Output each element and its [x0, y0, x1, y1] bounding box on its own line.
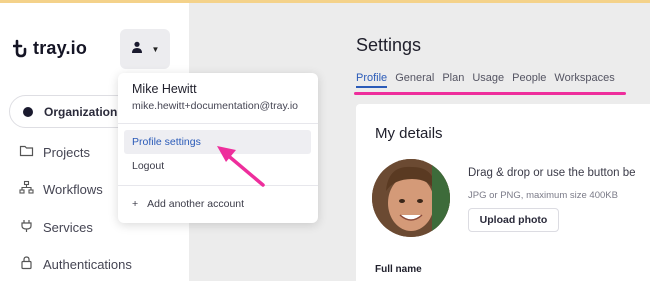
profile-settings-menu-item[interactable]: Profile settings: [124, 130, 311, 154]
folder-icon: [19, 143, 34, 161]
avatar: [372, 159, 450, 237]
tab-general[interactable]: General: [395, 72, 434, 88]
chevron-down-icon: ▼: [151, 44, 160, 54]
settings-tabs: Profile General Plan Usage People Worksp…: [356, 72, 615, 88]
upload-photo-button[interactable]: Upload photo: [468, 208, 559, 232]
account-email: mike.hewitt+documentation@tray.io: [132, 100, 299, 112]
logo[interactable]: tray.io: [12, 38, 88, 59]
logout-menu-item[interactable]: Logout: [132, 160, 164, 172]
annotation-underline: [354, 92, 626, 95]
drag-drop-text: Drag & drop or use the button be: [468, 167, 636, 179]
my-details-card: My details Drag & drop or use the button…: [356, 104, 650, 281]
logo-text: tray.io: [33, 38, 88, 58]
tab-workspaces[interactable]: Workspaces: [554, 72, 614, 88]
workflow-icon: [19, 180, 34, 198]
org-dot-icon: [23, 106, 33, 117]
tab-plan[interactable]: Plan: [442, 72, 464, 88]
upload-hint: JPG or PNG, maximum size 400KB: [468, 190, 618, 201]
sidebar-item-label: Projects: [43, 144, 90, 160]
page-title: Settings: [356, 35, 422, 55]
tray-logo-icon: [12, 39, 29, 59]
add-account-label: Add another account: [147, 198, 245, 210]
account-menu-button[interactable]: ▼: [120, 29, 170, 69]
account-name: Mike Hewitt: [132, 82, 197, 96]
account-dropdown-menu: Mike Hewitt mike.hewitt+documentation@tr…: [118, 73, 318, 223]
add-account-menu-item[interactable]: + Add another account: [132, 198, 244, 210]
menu-divider: [118, 123, 318, 124]
organization-label: Organization: [44, 104, 118, 119]
tab-people[interactable]: People: [512, 72, 546, 88]
sidebar-item-label: Authentications: [43, 256, 132, 272]
sidebar-item-services[interactable]: Services: [19, 218, 93, 236]
tab-profile[interactable]: Profile: [356, 72, 388, 88]
sidebar-item-label: Services: [43, 219, 93, 235]
plus-icon: +: [132, 198, 139, 210]
sidebar-item-projects[interactable]: Projects: [19, 143, 90, 161]
user-icon: [131, 40, 143, 58]
menu-divider: [118, 185, 318, 186]
sidebar-item-authentications[interactable]: Authentications: [19, 255, 132, 273]
card-title: My details: [375, 125, 443, 142]
sidebar-item-workflows[interactable]: Workflows: [19, 180, 103, 198]
tab-usage[interactable]: Usage: [472, 72, 504, 88]
sidebar-item-label: Workflows: [43, 181, 103, 197]
full-name-label: Full name: [375, 264, 422, 275]
plug-icon: [19, 218, 34, 236]
lock-icon: [19, 255, 34, 273]
